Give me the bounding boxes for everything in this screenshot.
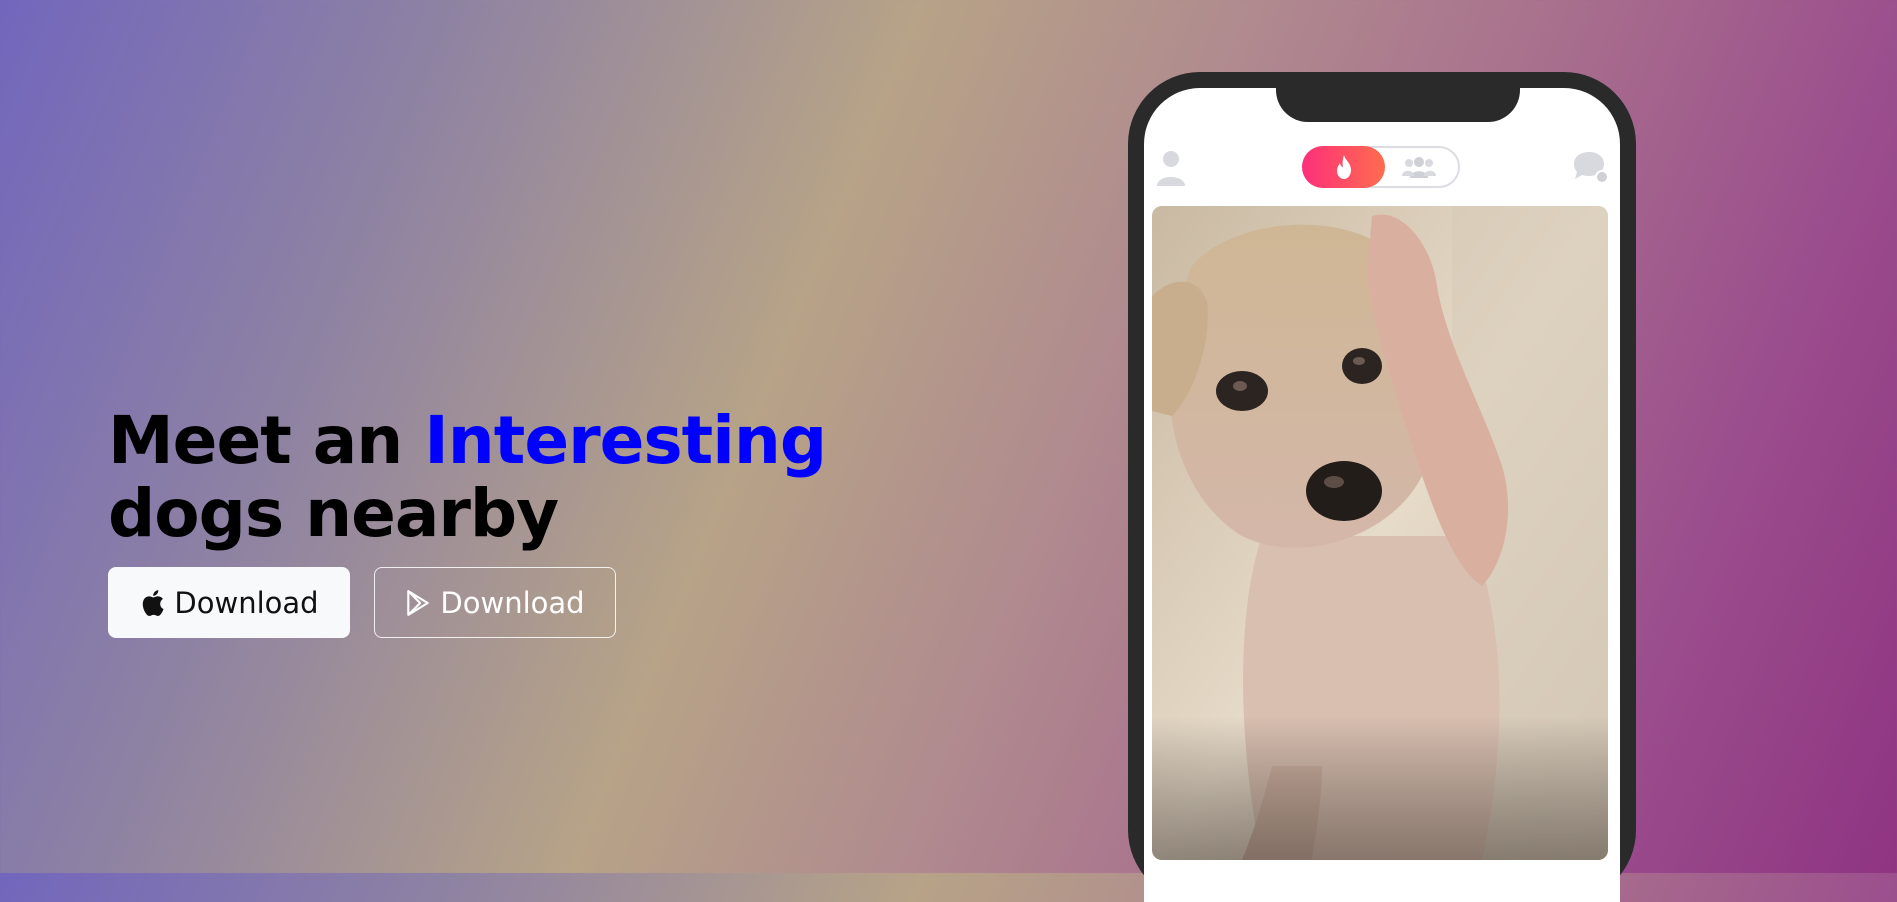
chat-icon[interactable] — [1572, 150, 1612, 186]
dog-photo-card[interactable] — [1152, 206, 1608, 860]
headline-accent: Interesting — [424, 402, 827, 479]
headline-text-line2: dogs nearby — [108, 475, 559, 552]
download-buttons: Download Download — [108, 567, 616, 638]
google-play-icon — [407, 589, 430, 616]
phone-notch — [1276, 88, 1520, 122]
app-store-download-label: Download — [174, 585, 319, 620]
flame-icon — [1336, 155, 1351, 179]
hero-headline: Meet an Interesting dogs nearby — [108, 402, 827, 552]
dog-photo — [1152, 206, 1608, 860]
phone-mockup — [1128, 72, 1636, 902]
mode-toggle[interactable] — [1302, 146, 1460, 188]
profile-icon[interactable] — [1154, 148, 1188, 188]
app-top-bar — [1144, 144, 1620, 192]
phone-screen — [1144, 88, 1620, 902]
headline-text: Meet an — [108, 402, 425, 479]
group-icon[interactable] — [1401, 154, 1437, 180]
flame-tab[interactable] — [1302, 146, 1385, 188]
apple-icon — [143, 589, 164, 616]
google-play-download-label: Download — [440, 585, 585, 620]
hero-section: Meet an Interesting dogs nearby — [108, 402, 827, 552]
app-store-download-button[interactable]: Download — [108, 567, 350, 638]
google-play-download-button[interactable]: Download — [374, 567, 616, 638]
